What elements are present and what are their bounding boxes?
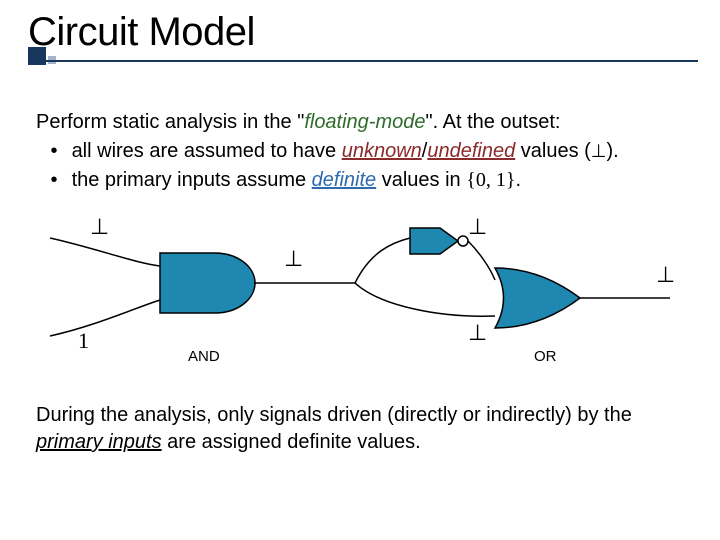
body-text: Perform static analysis in the "floating…	[28, 109, 692, 194]
title-square-icon	[28, 47, 46, 65]
or-gate-icon	[495, 268, 580, 328]
intro-floating-mode: floating-mode	[304, 111, 425, 133]
and-label: AND	[188, 348, 220, 365]
label-out: ⊥	[656, 262, 675, 288]
wire-top-in	[50, 238, 160, 266]
label-mid: ⊥	[284, 246, 303, 272]
b2-definite: definite	[312, 169, 377, 191]
slide-title: Circuit Model	[28, 10, 692, 55]
title-underline	[28, 60, 698, 62]
b1-bot: ⊥	[591, 141, 607, 161]
bullet-1: all wires are assumed to have unknown/un…	[42, 138, 684, 165]
b2-c: .	[515, 169, 521, 191]
label-bot-or: ⊥	[468, 320, 487, 346]
circuit-svg	[40, 208, 680, 378]
inverter-bubble-icon	[458, 236, 468, 246]
b1-b: values (	[515, 140, 591, 162]
circuit-diagram: ⊥ 1 ⊥ ⊥ ⊥ ⊥ AND OR	[40, 208, 680, 378]
wire-branch-down	[355, 283, 495, 316]
b2-b: values in	[376, 169, 466, 191]
intro-line: Perform static analysis in the "floating…	[36, 109, 684, 136]
or-label: OR	[534, 348, 557, 365]
label-bot-in: 1	[78, 328, 89, 354]
b1-undefined: undefined	[427, 140, 515, 162]
b2-set: {0, 1}	[466, 169, 515, 191]
closing-b: are assigned definite values.	[162, 431, 421, 453]
label-top-or: ⊥	[468, 214, 487, 240]
wire-branch-up	[355, 238, 410, 283]
bullet-list: all wires are assumed to have unknown/un…	[36, 138, 684, 194]
b2-a: the primary inputs assume	[72, 169, 312, 191]
title-wrap: Circuit Model	[28, 10, 692, 67]
b1-unknown: unknown	[342, 140, 422, 162]
wire-bot-in	[50, 300, 160, 336]
label-top-in: ⊥	[90, 214, 109, 240]
bullet-2: the primary inputs assume definite value…	[42, 167, 684, 194]
closing-a: During the analysis, only signals driven…	[36, 404, 632, 426]
closing-text: During the analysis, only signals driven…	[28, 402, 692, 456]
wire-inv-out	[468, 241, 495, 280]
slide: Circuit Model Perform static analysis in…	[0, 0, 720, 540]
buffer-icon	[410, 228, 458, 254]
and-gate-icon	[160, 253, 255, 313]
intro-lead-tail: ". At the outset:	[426, 111, 561, 133]
b1-a: all wires are assumed to have	[72, 140, 342, 162]
title-rule	[28, 57, 692, 67]
intro-lead: Perform static analysis in the "	[36, 111, 304, 133]
b1-c: ).	[606, 140, 618, 162]
closing-primary-inputs: primary inputs	[36, 431, 162, 453]
